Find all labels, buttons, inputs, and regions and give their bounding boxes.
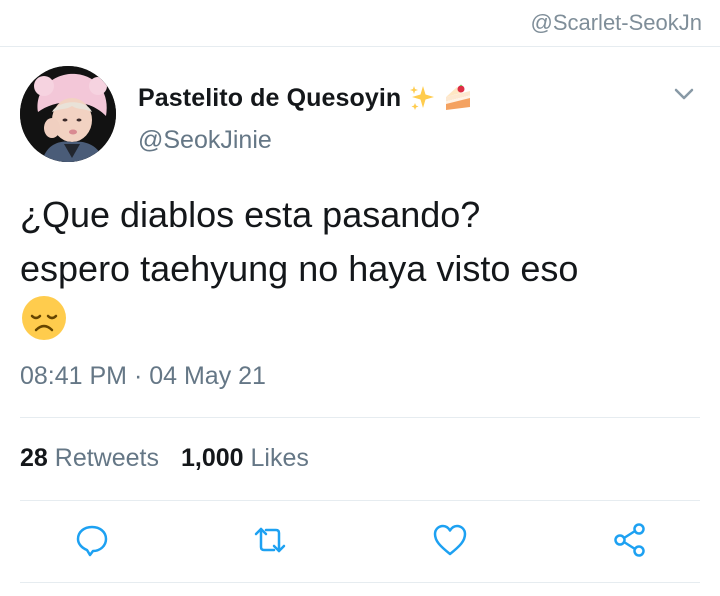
author-name-row: Pastelito de Quesoyin <box>138 82 473 114</box>
avatar-image <box>20 66 116 162</box>
author-display-name[interactable]: Pastelito de Quesoyin <box>138 84 401 113</box>
tweet-text-line: espero taehyung no haya visto eso <box>20 248 579 289</box>
tweet-stats: 28 Retweets 1,000 Likes <box>20 444 309 473</box>
tweet-timestamp[interactable]: 08:41 PM · 04 May 21 <box>20 362 266 391</box>
retweet-icon[interactable] <box>250 520 290 560</box>
header-divider <box>0 46 720 47</box>
sparkles-icon <box>407 83 437 113</box>
disappointed-face-icon <box>20 294 68 342</box>
share-icon[interactable] <box>610 520 650 560</box>
author-handle[interactable]: @SeokJinie <box>138 126 272 155</box>
like-icon[interactable] <box>430 520 470 560</box>
likes-label: Likes <box>250 444 309 472</box>
tweet-text-line: ¿Que diablos esta pasando? <box>20 194 481 235</box>
reply-icon[interactable] <box>72 520 112 560</box>
tweet-text: ¿Que diablos esta pasando? espero taehyu… <box>20 188 700 296</box>
retweets-label: Retweets <box>54 444 159 472</box>
tweet-actions <box>0 520 720 564</box>
retweets-count: 28 <box>20 444 48 472</box>
actions-top-divider <box>20 500 700 501</box>
shortcake-icon <box>443 83 473 113</box>
likes-stat[interactable]: 1,000 Likes <box>181 444 309 473</box>
chevron-down-icon[interactable] <box>670 80 698 108</box>
retweets-stat[interactable]: 28 Retweets <box>20 444 159 473</box>
bottom-divider <box>20 582 700 583</box>
avatar[interactable] <box>20 66 116 162</box>
tweet-screenshot: @Scarlet-SeokJn Pastelito de Quesoyin @S… <box>0 0 720 596</box>
stats-top-divider <box>20 417 700 418</box>
likes-count: 1,000 <box>180 444 244 472</box>
watermark-handle: @Scarlet-SeokJn <box>530 10 702 35</box>
